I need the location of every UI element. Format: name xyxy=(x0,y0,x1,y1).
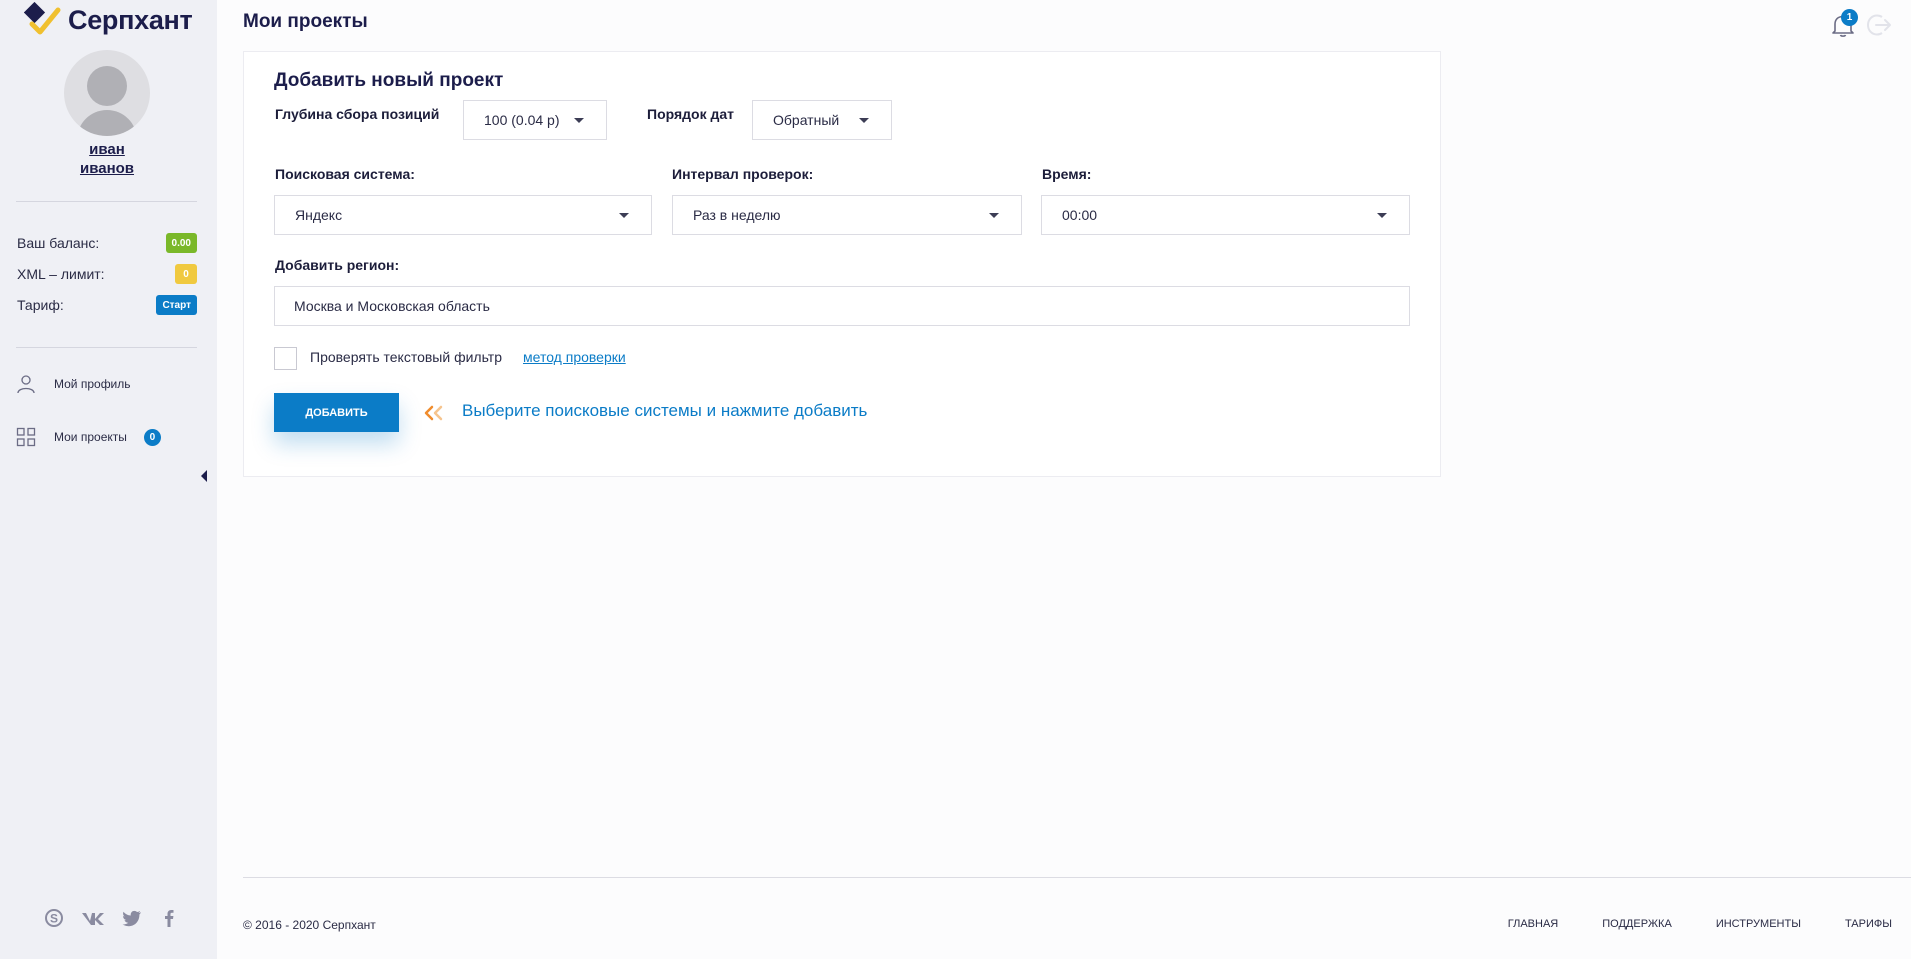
sidebar-item-label: Мой профиль xyxy=(54,377,131,391)
region-input[interactable]: Москва и Московская область xyxy=(274,286,1410,326)
xml-limit-label: XML – лимит: xyxy=(17,266,105,282)
sidebar: Серпхант иван иванов Ваш баланс: 0.00 XM… xyxy=(0,0,217,959)
depth-value: 100 (0.04 р) xyxy=(484,112,560,128)
twitter-icon[interactable] xyxy=(122,908,142,928)
tariff-label: Тариф: xyxy=(17,297,64,313)
user-last-name: иванов xyxy=(79,160,135,177)
chevron-down-icon xyxy=(619,213,629,218)
interval-label: Интервал проверок: xyxy=(672,166,814,182)
add-project-card: Добавить новый проект Глубина сбора пози… xyxy=(243,51,1441,477)
sidebar-item-profile[interactable]: Мой профиль xyxy=(16,374,131,394)
footer-link-tools[interactable]: ИНСТРУМЕНТЫ xyxy=(1716,918,1801,930)
interval-select[interactable]: Раз в неделю xyxy=(672,195,1022,235)
search-engine-value: Яндекс xyxy=(295,207,343,223)
projects-count-badge: 0 xyxy=(143,428,161,446)
sidebar-item-label: Мои проекты xyxy=(54,430,127,444)
depth-select[interactable]: 100 (0.04 р) xyxy=(463,100,607,140)
time-select[interactable]: 00:00 xyxy=(1041,195,1410,235)
hint-text: Выберите поисковые системы и нажмите доб… xyxy=(462,401,868,420)
skype-icon[interactable]: S xyxy=(44,908,64,928)
date-order-select[interactable]: Обратный xyxy=(752,100,892,140)
time-value: 00:00 xyxy=(1062,207,1098,223)
chevron-down-icon xyxy=(989,213,999,218)
notification-badge: 1 xyxy=(1841,9,1858,26)
check-method-link[interactable]: метод проверки xyxy=(523,349,626,365)
search-engine-select[interactable]: Яндекс xyxy=(274,195,652,235)
social-links: S xyxy=(44,908,179,928)
sidebar-divider xyxy=(16,347,197,348)
card-title: Добавить новый проект xyxy=(274,70,504,91)
chevron-down-icon xyxy=(1377,213,1387,218)
tariff-row: Тариф: Старт xyxy=(17,295,197,315)
sidebar-divider xyxy=(16,201,197,202)
copyright: © 2016 - 2020 Серпхант xyxy=(243,918,376,932)
logo-mark-icon xyxy=(24,2,61,35)
logo[interactable]: Серпхант xyxy=(24,2,193,38)
user-name-link[interactable]: иван иванов xyxy=(0,140,214,178)
footer-nav: ГЛАВНАЯ ПОДДЕРЖКА ИНСТРУМЕНТЫ ТАРИФЫ xyxy=(1508,918,1892,930)
depth-label: Глубина сбора позиций xyxy=(275,106,440,122)
text-filter-checkbox[interactable] xyxy=(274,347,297,370)
search-engine-label: Поисковая система: xyxy=(275,166,415,182)
footer-link-support[interactable]: ПОДДЕРЖКА xyxy=(1602,918,1672,930)
collapse-sidebar-icon[interactable] xyxy=(201,470,207,482)
interval-value: Раз в неделю xyxy=(693,207,781,223)
footer-link-home[interactable]: ГЛАВНАЯ xyxy=(1508,918,1558,930)
add-button[interactable]: ДОБАВИТЬ xyxy=(274,393,399,432)
facebook-icon[interactable] xyxy=(159,908,179,928)
page-title: Мои проекты xyxy=(243,11,368,32)
xml-limit-row: XML – лимит: 0 xyxy=(17,264,197,284)
logout-icon[interactable] xyxy=(1866,13,1892,37)
double-chevron-left-icon xyxy=(424,405,443,421)
user-first-name: иван xyxy=(89,141,125,158)
balance-badge: 0.00 xyxy=(165,233,197,253)
date-order-label: Порядок дат xyxy=(647,106,735,122)
chevron-down-icon xyxy=(859,118,869,123)
balance-label: Ваш баланс: xyxy=(17,235,100,251)
balance-row: Ваш баланс: 0.00 xyxy=(17,233,197,253)
footer-divider xyxy=(243,877,1911,878)
region-label: Добавить регион: xyxy=(275,257,400,273)
chevron-down-icon xyxy=(574,118,584,123)
user-icon xyxy=(17,375,35,394)
tariff-badge[interactable]: Старт xyxy=(156,295,197,315)
svg-text:S: S xyxy=(50,912,58,926)
time-label: Время: xyxy=(1042,166,1092,182)
brand-name: Серпхант xyxy=(68,4,193,35)
sidebar-item-projects[interactable]: Мои проекты 0 xyxy=(16,427,161,447)
avatar[interactable] xyxy=(64,50,150,136)
date-order-value: Обратный xyxy=(773,112,840,128)
vk-icon[interactable] xyxy=(81,908,105,928)
region-value: Москва и Московская область xyxy=(294,298,490,314)
grid-icon xyxy=(16,427,36,447)
text-filter-label: Проверять текстовый фильтр xyxy=(310,349,502,365)
footer-link-tariffs[interactable]: ТАРИФЫ xyxy=(1845,918,1892,930)
xml-limit-badge: 0 xyxy=(175,264,197,284)
